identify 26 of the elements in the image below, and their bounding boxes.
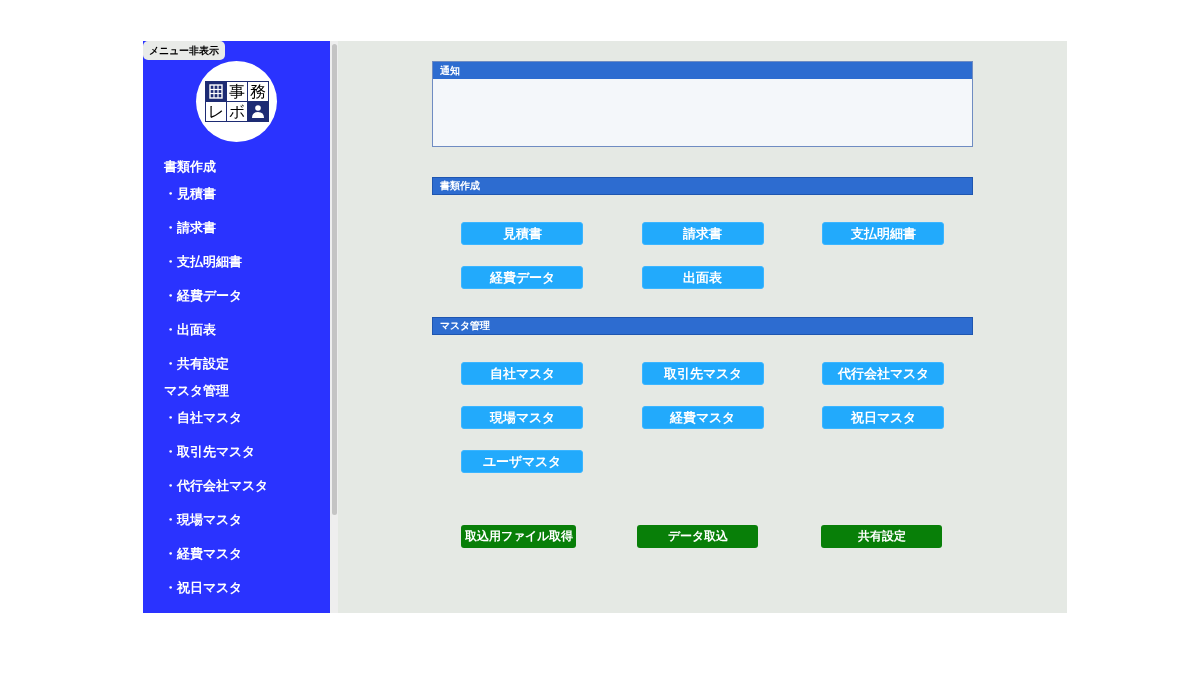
hide-menu-button[interactable]: メニュー非表示 [143, 41, 225, 60]
sidebar-item[interactable]: ・見積書 [164, 185, 216, 203]
sidebar-item[interactable]: ・支払明細書 [164, 253, 242, 271]
section-header: マスタ管理 [432, 317, 973, 335]
logo-character: 務 [247, 82, 268, 101]
sidebar-heading: 書類作成 [164, 158, 216, 176]
sidebar-item[interactable]: ・祝日マスタ [164, 579, 242, 597]
sidebar-heading: マスタ管理 [164, 382, 229, 400]
section-header: 書類作成 [432, 177, 973, 195]
notice-header: 通知 [433, 62, 972, 79]
logo-character: 事 [226, 82, 247, 101]
scrollbar-thumb[interactable] [332, 44, 337, 515]
sidebar-item[interactable]: ・請求書 [164, 219, 216, 237]
sidebar-item[interactable]: ・出面表 [164, 321, 216, 339]
sidebar-item[interactable]: ・取引先マスタ [164, 443, 255, 461]
sidebar-item[interactable]: ・経費マスタ [164, 545, 242, 563]
sidebar-item[interactable]: ・経費データ [164, 287, 242, 305]
action-button[interactable]: 共有設定 [821, 525, 942, 548]
sidebar-item[interactable]: ・現場マスタ [164, 511, 242, 529]
action-button[interactable]: データ取込 [637, 525, 758, 548]
logo-character: レ [205, 102, 226, 121]
action-button[interactable]: 取込用ファイル取得 [461, 525, 576, 548]
sidebar-item[interactable]: ・共有設定 [164, 355, 229, 373]
sidebar-item[interactable]: ・代行会社マスタ [164, 477, 268, 495]
logo-character: ボ [226, 102, 247, 121]
sidebar-item[interactable]: ・自社マスタ [164, 409, 242, 427]
